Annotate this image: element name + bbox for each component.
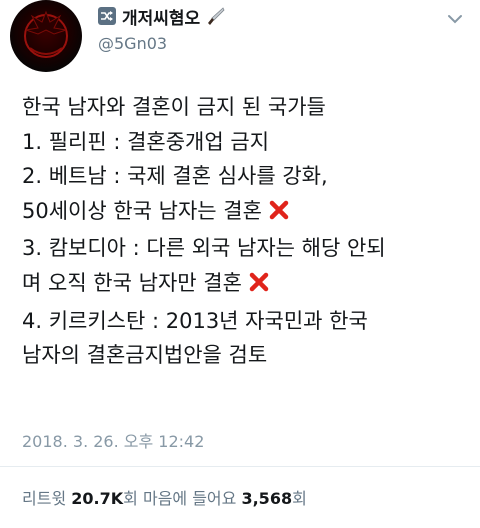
retweet-unit: 회 <box>123 489 138 508</box>
like-unit: 회 <box>292 489 307 508</box>
tweet-line-text: 50세이상 한국 남자는 결혼 <box>22 198 262 223</box>
cross-mark-icon <box>268 197 290 232</box>
tweet-text: 한국 남자와 결혼이 금지 된 국가들 1. 필리핀 : 결혼중개업 금지 2.… <box>22 90 472 373</box>
divider <box>0 466 480 467</box>
avatar[interactable] <box>10 0 82 72</box>
like-label: 마음에 들어요 <box>142 489 237 508</box>
tweet-line-text: 4. 키르키스탄 : 2013년 자국민과 한국 <box>22 308 368 333</box>
tweet-line: 1. 필리핀 : 결혼중개업 금지 <box>22 125 472 160</box>
tweet-line: 50세이상 한국 남자는 결혼 <box>22 194 472 232</box>
tweet-line-text: 한국 남자와 결혼이 금지 된 국가들 <box>22 95 326 119</box>
tweet-line-text: 며 오직 한국 남자만 결혼 <box>22 270 242 295</box>
engagement-stats: 리트윗 20.7K회 마음에 들어요 3,568회 <box>22 485 307 509</box>
tweet-line-text: 2. 베트남 : 국제 결혼 심사를 강화, <box>22 164 328 189</box>
tweet-line: 2. 베트남 : 국제 결혼 심사를 강화, <box>22 159 472 194</box>
tweet-line: 며 오직 한국 남자만 결혼 <box>22 266 472 304</box>
tweet-line-text: 3. 캄보디아 : 다른 외국 남자는 해당 안되 <box>22 236 386 261</box>
user-handle[interactable]: @5Gn03 <box>98 34 167 53</box>
tweet-line: 4. 키르키스탄 : 2013년 자국민과 한국 <box>22 304 472 339</box>
display-name-row[interactable]: 개저씨혐오 <box>98 4 226 29</box>
cross-mark-icon <box>248 269 270 304</box>
like-count[interactable]: 3,568 <box>241 489 292 508</box>
avatar-raven-art <box>25 10 67 55</box>
retweet-count[interactable]: 20.7K <box>71 489 123 508</box>
tweet-card: 개저씨혐오 @5Gn03 한국 남자와 결혼이 금지 된 국가들 1. 필리핀 … <box>0 0 480 528</box>
tweet-line-text: 1. 필리핀 : 결혼중개업 금지 <box>22 129 270 154</box>
tweet-line-text: 남자의 결혼금지법안을 검토 <box>22 343 268 368</box>
shuffle-icon <box>98 7 116 25</box>
tweet-line: 한국 남자와 결혼이 금지 된 국가들 <box>22 90 472 125</box>
knife-icon <box>206 6 226 26</box>
tweet-line: 남자의 결혼금지법안을 검토 <box>22 338 472 373</box>
retweet-label: 리트윗 <box>22 489 67 508</box>
tweet-timestamp[interactable]: 2018. 3. 26. 오후 12:42 <box>22 428 204 452</box>
tweet-line: 3. 캄보디아 : 다른 외국 남자는 해당 안되 <box>22 231 472 266</box>
chevron-down-icon[interactable] <box>444 8 466 30</box>
display-name: 개저씨혐오 <box>122 8 201 29</box>
